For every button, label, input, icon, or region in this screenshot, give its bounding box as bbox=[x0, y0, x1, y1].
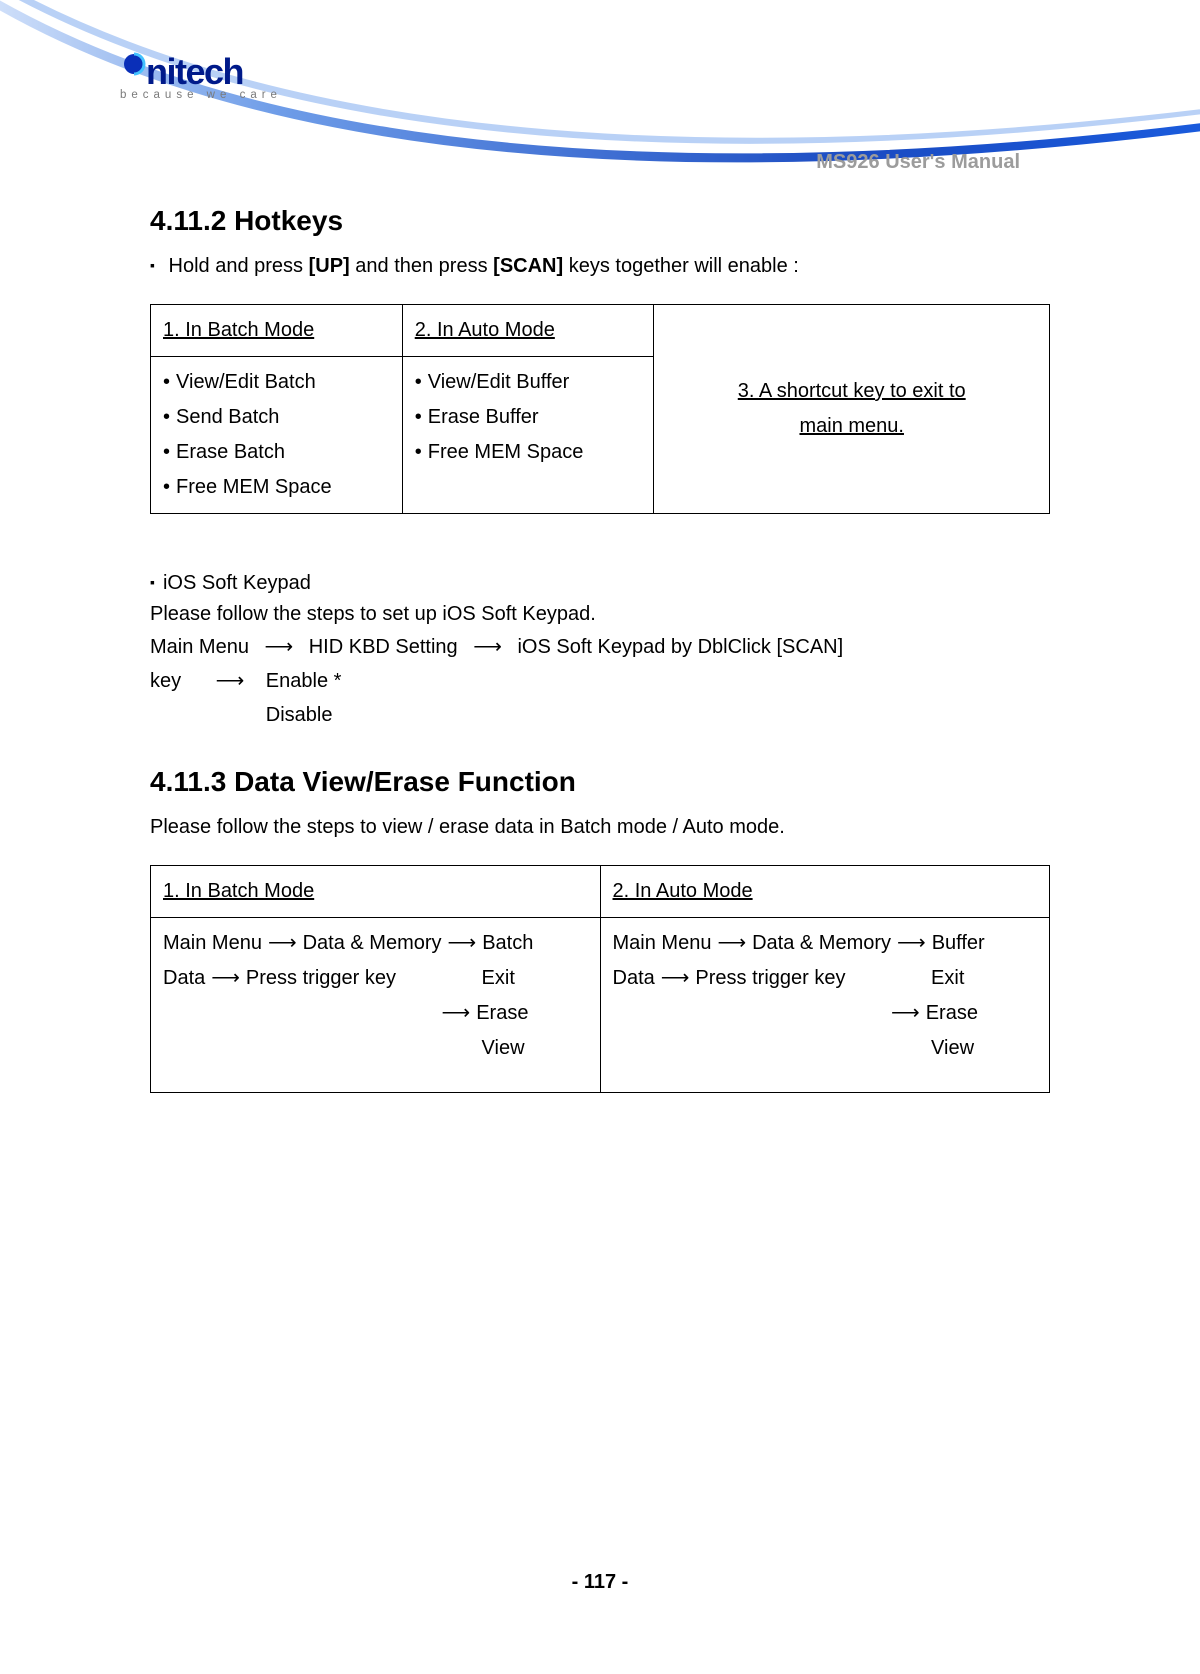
text-mid: and then press bbox=[350, 255, 493, 277]
list-item: Send Batch bbox=[163, 400, 390, 435]
page-number: - 117 - bbox=[0, 1571, 1200, 1594]
list-item: View/Edit Buffer bbox=[415, 365, 642, 400]
ios-step-main: Main Menu bbox=[150, 636, 249, 658]
hotkeys-table: 1. In Batch Mode 2. In Auto Mode 3. A sh… bbox=[150, 304, 1050, 514]
flow-opt: View bbox=[482, 1037, 525, 1059]
flow-step: Main Menu bbox=[613, 932, 712, 954]
t2-col1-head: 1. In Batch Mode bbox=[163, 880, 314, 902]
t1-col3: 3. A shortcut key to exit to main menu. bbox=[654, 305, 1050, 514]
page-content: 4.11.2 Hotkeys Hold and press [UP] and t… bbox=[150, 205, 1050, 1093]
document-title: MS926 User's Manual bbox=[816, 151, 1020, 174]
arrow-right-icon: ⟶ bbox=[661, 967, 690, 989]
arrow-right-icon: ⟶ bbox=[448, 932, 477, 954]
brand-logo: nitech because we care bbox=[120, 48, 282, 101]
flow-opt: Exit bbox=[931, 967, 964, 989]
arrow-right-icon: ⟶ bbox=[442, 1002, 471, 1024]
flow-step: Data bbox=[163, 967, 205, 989]
ios-opt-disable: Disable bbox=[266, 704, 333, 726]
text-prefix: Hold and press bbox=[169, 255, 309, 277]
flow-step: Press trigger key bbox=[246, 967, 396, 989]
ios-key-label: key bbox=[150, 664, 200, 698]
ios-title: iOS Soft Keypad bbox=[150, 568, 1050, 599]
flow-step: Main Menu bbox=[163, 932, 262, 954]
flow-step: Press trigger key bbox=[695, 967, 845, 989]
ios-step-hid: HID KBD Setting bbox=[309, 636, 458, 658]
flow-step: Data & Memory bbox=[303, 932, 442, 954]
t2-batch-flow: Main Menu⟶Data & Memory⟶Batch Data⟶Press… bbox=[151, 918, 601, 1093]
section-heading-dataview: 4.11.3 Data View/Erase Function bbox=[150, 766, 1050, 798]
list-item: Free MEM Space bbox=[163, 470, 390, 505]
arrow-right-icon: ⟶ bbox=[268, 932, 297, 954]
dataview-intro: Please follow the steps to view / erase … bbox=[150, 812, 1050, 843]
dataview-table: 1. In Batch Mode 2. In Auto Mode Main Me… bbox=[150, 865, 1050, 1093]
flow-step: Buffer bbox=[932, 932, 985, 954]
ios-setup-line: Please follow the steps to set up iOS So… bbox=[150, 599, 1050, 630]
hotkeys-instruction: Hold and press [UP] and then press [SCAN… bbox=[150, 251, 1050, 282]
flow-opt: View bbox=[931, 1037, 974, 1059]
arrow-right-icon: ⟶ bbox=[473, 636, 502, 658]
ios-step-keypad: iOS Soft Keypad by DblClick [SCAN] bbox=[517, 636, 843, 658]
flow-step: Batch bbox=[482, 932, 533, 954]
t1-col1-body: View/Edit Batch Send Batch Erase Batch F… bbox=[151, 357, 403, 514]
section-heading-hotkeys: 4.11.2 Hotkeys bbox=[150, 205, 1050, 237]
flow-opt: Erase bbox=[926, 1002, 978, 1024]
ios-opt-enable: Enable * bbox=[266, 670, 342, 692]
list-item: Erase Batch bbox=[163, 435, 390, 470]
flow-opt: Exit bbox=[482, 967, 515, 989]
logo-tagline: because we care bbox=[120, 89, 282, 101]
list-item: Erase Buffer bbox=[415, 400, 642, 435]
t1-col3-line1: 3. A shortcut key to exit to bbox=[666, 374, 1037, 409]
up-key: [UP] bbox=[309, 255, 350, 277]
arrow-right-icon: ⟶ bbox=[265, 636, 294, 658]
text-suffix: keys together will enable : bbox=[563, 255, 799, 277]
arrow-right-icon: ⟶ bbox=[891, 1002, 920, 1024]
list-item: Free MEM Space bbox=[415, 435, 642, 470]
flow-step: Data & Memory bbox=[752, 932, 891, 954]
arrow-right-icon: ⟶ bbox=[211, 967, 240, 989]
t1-col2-body: View/Edit Buffer Erase Buffer Free MEM S… bbox=[402, 357, 654, 514]
scan-key: [SCAN] bbox=[493, 255, 563, 277]
flow-opt: Erase bbox=[476, 1002, 528, 1024]
t2-col2-head: 2. In Auto Mode bbox=[613, 880, 753, 902]
list-item: View/Edit Batch bbox=[163, 365, 390, 400]
arrow-right-icon: ⟶ bbox=[717, 932, 746, 954]
t1-col3-line2: main menu. bbox=[666, 409, 1037, 444]
arrow-right-icon: ⟶ bbox=[216, 670, 245, 692]
t2-auto-flow: Main Menu⟶Data & Memory⟶Buffer Data⟶Pres… bbox=[600, 918, 1050, 1093]
ios-flow: Main Menu ⟶ HID KBD Setting ⟶ iOS Soft K… bbox=[150, 630, 1050, 732]
t1-col2-head: 2. In Auto Mode bbox=[415, 319, 555, 341]
arrow-right-icon: ⟶ bbox=[897, 932, 926, 954]
t1-col1-head: 1. In Batch Mode bbox=[163, 319, 314, 341]
logo-brand-text: nitech bbox=[146, 51, 243, 92]
flow-step: Data bbox=[613, 967, 655, 989]
